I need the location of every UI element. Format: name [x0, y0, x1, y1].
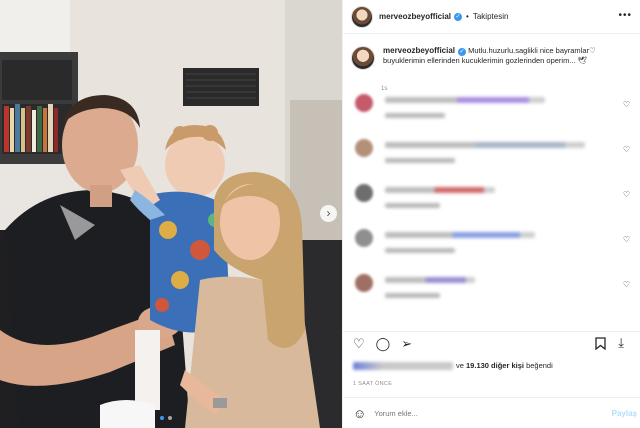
carousel-indicator	[160, 416, 172, 420]
author-avatar[interactable]	[351, 5, 373, 28]
like-heart-icon[interactable]: ♡	[353, 337, 365, 350]
comment-meta-blurred	[385, 248, 455, 253]
comment-row: ♡	[351, 137, 632, 182]
commenter-avatar[interactable]	[355, 94, 373, 112]
comment-body-blurred	[385, 274, 475, 317]
comment-list: ♡ ♡ ♡ ♡ ♡	[343, 92, 640, 317]
post-comment-button[interactable]: Paylaş	[612, 409, 637, 418]
share-icon[interactable]: ➢	[401, 337, 412, 350]
comment-like-heart-icon[interactable]: ♡	[623, 100, 630, 109]
comment-body-blurred	[385, 229, 535, 272]
post-photo[interactable]: ›	[0, 0, 342, 428]
bookmark-icon[interactable]	[595, 337, 606, 352]
comment-text-blurred	[385, 277, 475, 283]
post-timestamp[interactable]: 1 SAAT ÖNCE	[353, 381, 392, 387]
comment-body-blurred	[385, 94, 545, 137]
comment-text-blurred	[385, 97, 545, 103]
carousel-dot-2	[168, 416, 172, 420]
likes-prefix: ve	[456, 361, 464, 370]
comment-row: ♡	[351, 227, 632, 272]
likes-avatars-blurred	[353, 361, 453, 370]
caption-username[interactable]: merveozbeyofficial	[383, 46, 455, 55]
post-actions: ♡ ◯ ➢ ⤓	[343, 331, 640, 355]
next-image-button[interactable]: ›	[320, 205, 337, 222]
comment-like-heart-icon[interactable]: ♡	[623, 235, 630, 244]
commenter-avatar[interactable]	[355, 274, 373, 292]
following-button[interactable]: Takiptesin	[473, 12, 509, 21]
caption-text-block: merveozbeyofficial ✓ Mutlu.huzurlu.saglik…	[383, 46, 632, 70]
author-username[interactable]: merveozbeyofficial	[379, 12, 451, 21]
carousel-dot-1	[160, 416, 164, 420]
comment-text-blurred	[385, 187, 495, 193]
comment-text-blurred	[385, 232, 535, 238]
likes-summary: ve 19.130 diğer kişi beğendi	[353, 361, 553, 370]
post-caption: merveozbeyofficial ✓ Mutlu.huzurlu.saglik…	[343, 34, 640, 70]
header-separator: •	[466, 12, 469, 21]
comment-text-blurred	[385, 142, 585, 148]
comment-like-heart-icon[interactable]: ♡	[623, 280, 630, 289]
likes-suffix: beğendi	[526, 361, 553, 370]
comment-meta-blurred	[385, 113, 445, 118]
commenter-avatar[interactable]	[355, 229, 373, 247]
post-side-panel: merveozbeyofficial ✓ • Takiptesin ••• me…	[342, 0, 640, 428]
post-header: merveozbeyofficial ✓ • Takiptesin •••	[343, 0, 640, 34]
add-comment-bar: ☺ Paylaş	[343, 397, 640, 428]
likes-count[interactable]: 19.130 diğer kişi	[466, 361, 524, 370]
commenter-avatar[interactable]	[355, 139, 373, 157]
comment-icon[interactable]: ◯	[376, 337, 391, 350]
download-icon[interactable]: ⤓	[618, 336, 624, 349]
comment-body-blurred	[385, 184, 495, 227]
comment-like-heart-icon[interactable]: ♡	[623, 145, 630, 154]
instagram-post-view: › merveozbeyofficial ✓ • Takiptesin ••• …	[0, 0, 640, 428]
comment-meta-blurred	[385, 203, 440, 208]
comment-meta-blurred	[385, 293, 440, 298]
comment-row: ♡	[351, 182, 632, 227]
caption-avatar[interactable]	[351, 46, 375, 70]
verified-badge-icon: ✓	[454, 12, 463, 21]
comment-row: ♡	[351, 92, 632, 137]
emoji-icon[interactable]: ☺	[353, 406, 366, 421]
comment-body-blurred	[385, 139, 585, 182]
comment-input[interactable]	[374, 408, 575, 418]
photo-illustration	[0, 0, 342, 428]
caption-verified-icon: ✓	[458, 48, 467, 56]
comment-row: ♡	[351, 272, 632, 317]
more-options-icon[interactable]: •••	[618, 10, 632, 21]
comment-like-heart-icon[interactable]: ♡	[623, 190, 630, 199]
commenter-avatar[interactable]	[355, 184, 373, 202]
comment-meta-blurred	[385, 158, 455, 163]
